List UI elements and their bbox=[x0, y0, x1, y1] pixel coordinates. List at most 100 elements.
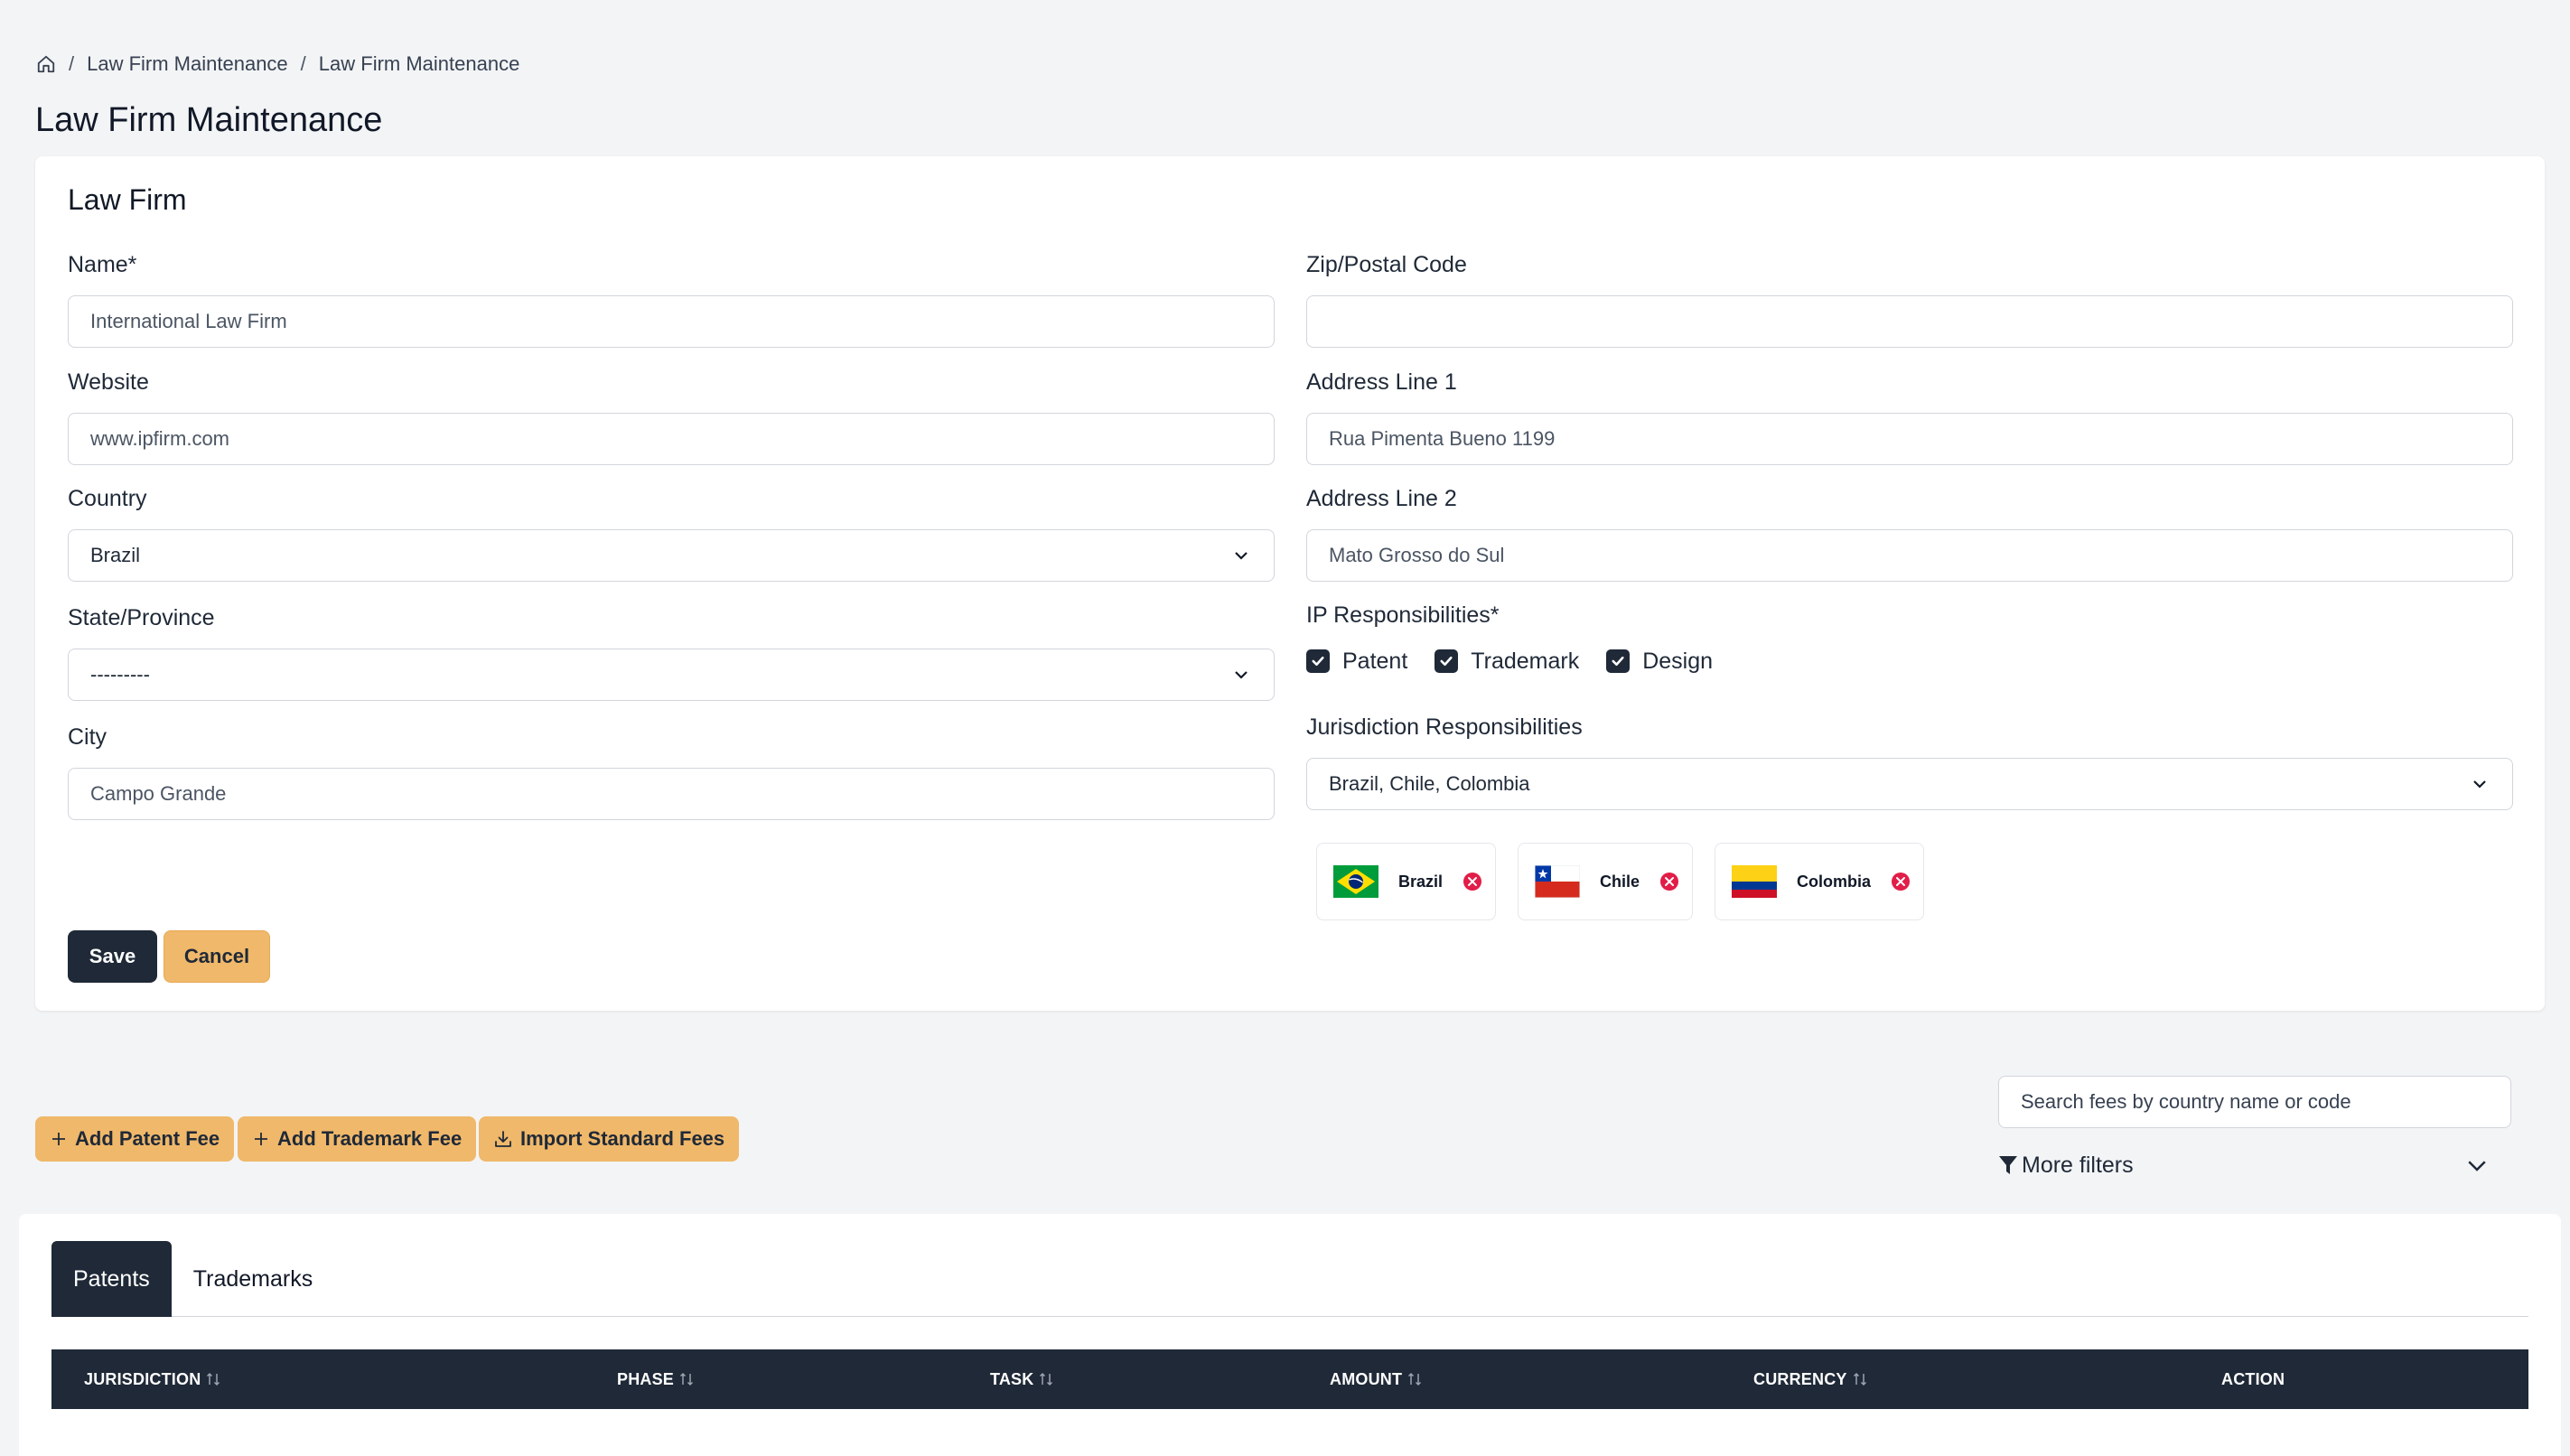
address2-input[interactable]: Mato Grosso do Sul bbox=[1306, 529, 2513, 582]
name-input[interactable]: International Law Firm bbox=[68, 295, 1275, 348]
add-trademark-fee-button[interactable]: Add Trademark Fee bbox=[238, 1116, 477, 1162]
law-firm-card: Law Firm Name* International Law Firm We… bbox=[35, 156, 2545, 1011]
address2-field: Address Line 2 Mato Grosso do Sul bbox=[1306, 486, 2513, 582]
column-header-amount[interactable]: AMOUNT bbox=[1330, 1349, 1422, 1409]
jurisdiction-chip-chile: Chile bbox=[1518, 843, 1694, 920]
column-header-jurisdiction[interactable]: JURISDICTION bbox=[84, 1349, 220, 1409]
state-label: State/Province bbox=[68, 605, 215, 630]
page-title: Law Firm Maintenance bbox=[35, 101, 383, 139]
ip-responsibilities-label: IP Responsibilities* bbox=[1306, 602, 1500, 628]
chevron-down-icon bbox=[2473, 780, 2486, 789]
design-checkbox-label: Design bbox=[1642, 648, 1714, 674]
fees-table-header: JURISDICTION PHASE TASK AMOUNT CURRENCY … bbox=[51, 1349, 2528, 1409]
checkbox-checked-icon[interactable] bbox=[1606, 649, 1631, 673]
column-header-phase[interactable]: PHASE bbox=[617, 1349, 694, 1409]
address2-label: Address Line 2 bbox=[1306, 486, 1457, 511]
breadcrumb-current: Law Firm Maintenance bbox=[318, 52, 520, 75]
jurisdiction-chip-brazil: Brazil bbox=[1316, 843, 1497, 920]
chip-label: Chile bbox=[1600, 872, 1640, 891]
city-field: City Campo Grande bbox=[68, 724, 1275, 820]
breadcrumb-separator: / bbox=[69, 52, 75, 75]
design-checkbox[interactable]: Design bbox=[1606, 649, 1713, 675]
chip-label: Colombia bbox=[1797, 872, 1872, 891]
fee-search-input[interactable] bbox=[1998, 1076, 2511, 1128]
sort-icon bbox=[679, 1372, 694, 1386]
remove-chip-icon[interactable] bbox=[1463, 872, 1482, 891]
name-label: Name* bbox=[68, 252, 137, 277]
column-header-label: ACTION bbox=[2221, 1369, 2285, 1388]
jurisdiction-select[interactable]: Brazil, Chile, Colombia bbox=[1306, 758, 2513, 810]
country-select-value: Brazil bbox=[90, 544, 141, 566]
column-header-label: JURISDICTION bbox=[84, 1369, 201, 1388]
checkbox-checked-icon[interactable] bbox=[1435, 649, 1459, 673]
state-field: State/Province --------- bbox=[68, 605, 1275, 701]
download-icon bbox=[495, 1131, 511, 1147]
tab-trademarks[interactable]: Trademarks bbox=[172, 1241, 334, 1317]
sort-icon bbox=[1040, 1372, 1053, 1386]
brazil-flag-icon bbox=[1333, 865, 1378, 898]
address1-input[interactable]: Rua Pimenta Bueno 1199 bbox=[1306, 413, 2513, 465]
city-label: City bbox=[68, 724, 107, 750]
save-button[interactable]: Save bbox=[68, 930, 157, 983]
card-title: Law Firm bbox=[68, 183, 187, 216]
trademark-checkbox[interactable]: Trademark bbox=[1435, 649, 1579, 675]
column-header-task[interactable]: TASK bbox=[990, 1349, 1053, 1409]
add-trademark-fee-label: Add Trademark Fee bbox=[277, 1127, 463, 1150]
chile-flag-icon bbox=[1535, 865, 1581, 898]
chevron-down-icon bbox=[2468, 1161, 2486, 1171]
zip-field: Zip/Postal Code bbox=[1306, 252, 2513, 348]
country-label: Country bbox=[68, 486, 147, 511]
more-filters-toggle[interactable]: More filters bbox=[1998, 1149, 2491, 1181]
plus-icon bbox=[52, 1133, 65, 1145]
website-input[interactable]: www.ipfirm.com bbox=[68, 413, 1275, 465]
ip-responsibilities-group: Patent Trademark Design bbox=[1306, 646, 1713, 677]
plus-icon bbox=[255, 1133, 267, 1145]
country-select[interactable]: Brazil bbox=[68, 529, 1275, 582]
country-field: Country Brazil bbox=[68, 486, 1275, 582]
city-input[interactable]: Campo Grande bbox=[68, 768, 1275, 820]
checkbox-checked-icon[interactable] bbox=[1306, 649, 1330, 673]
breadcrumb-link[interactable]: Law Firm Maintenance bbox=[87, 52, 288, 76]
column-header-label: TASK bbox=[990, 1369, 1034, 1388]
jurisdiction-chip-colombia: Colombia bbox=[1715, 843, 1925, 920]
home-icon[interactable] bbox=[36, 54, 56, 74]
sort-icon bbox=[207, 1372, 220, 1386]
patent-checkbox[interactable]: Patent bbox=[1306, 649, 1407, 675]
remove-chip-icon[interactable] bbox=[1659, 872, 1679, 891]
chevron-down-icon bbox=[1235, 552, 1248, 560]
filter-icon bbox=[1999, 1156, 2017, 1174]
column-header-currency[interactable]: CURRENCY bbox=[1753, 1349, 1867, 1409]
jurisdiction-chips: Brazil Chile Colombia bbox=[1316, 843, 1925, 920]
sort-icon bbox=[1408, 1372, 1422, 1386]
tab-patents[interactable]: Patents bbox=[51, 1241, 172, 1317]
address1-field: Address Line 1 Rua Pimenta Bueno 1199 bbox=[1306, 369, 2513, 465]
website-field: Website www.ipfirm.com bbox=[68, 369, 1275, 465]
fees-panel: Patents Trademarks JURISDICTION PHASE TA… bbox=[19, 1214, 2561, 1456]
jurisdiction-field: Jurisdiction Responsibilities Brazil, Ch… bbox=[1306, 714, 2513, 810]
patent-checkbox-label: Patent bbox=[1342, 648, 1408, 674]
jurisdiction-label: Jurisdiction Responsibilities bbox=[1306, 714, 1583, 740]
state-select[interactable]: --------- bbox=[68, 649, 1275, 701]
breadcrumb-separator: / bbox=[300, 52, 306, 75]
zip-label: Zip/Postal Code bbox=[1306, 252, 1467, 277]
zip-input[interactable] bbox=[1306, 295, 2513, 348]
import-standard-fees-label: Import Standard Fees bbox=[520, 1127, 725, 1150]
jurisdiction-select-value: Brazil, Chile, Colombia bbox=[1329, 772, 1530, 795]
breadcrumb: / Law Firm Maintenance / Law Firm Mainte… bbox=[36, 52, 519, 76]
column-header-label: AMOUNT bbox=[1330, 1369, 1403, 1388]
add-patent-fee-label: Add Patent Fee bbox=[75, 1127, 220, 1150]
add-patent-fee-button[interactable]: Add Patent Fee bbox=[35, 1116, 235, 1162]
colombia-flag-icon bbox=[1732, 865, 1778, 898]
cancel-button[interactable]: Cancel bbox=[164, 930, 270, 983]
website-label: Website bbox=[68, 369, 149, 395]
sort-icon bbox=[1853, 1372, 1866, 1386]
more-filters-label: More filters bbox=[2022, 1152, 2134, 1178]
column-header-label: PHASE bbox=[617, 1369, 675, 1388]
state-select-value: --------- bbox=[90, 663, 150, 686]
fees-tabs: Patents Trademarks bbox=[51, 1241, 2528, 1317]
remove-chip-icon[interactable] bbox=[1891, 872, 1911, 891]
import-standard-fees-button[interactable]: Import Standard Fees bbox=[479, 1116, 740, 1162]
chevron-down-icon bbox=[1235, 671, 1248, 679]
column-header-label: CURRENCY bbox=[1753, 1369, 1847, 1388]
chip-label: Brazil bbox=[1398, 872, 1444, 891]
